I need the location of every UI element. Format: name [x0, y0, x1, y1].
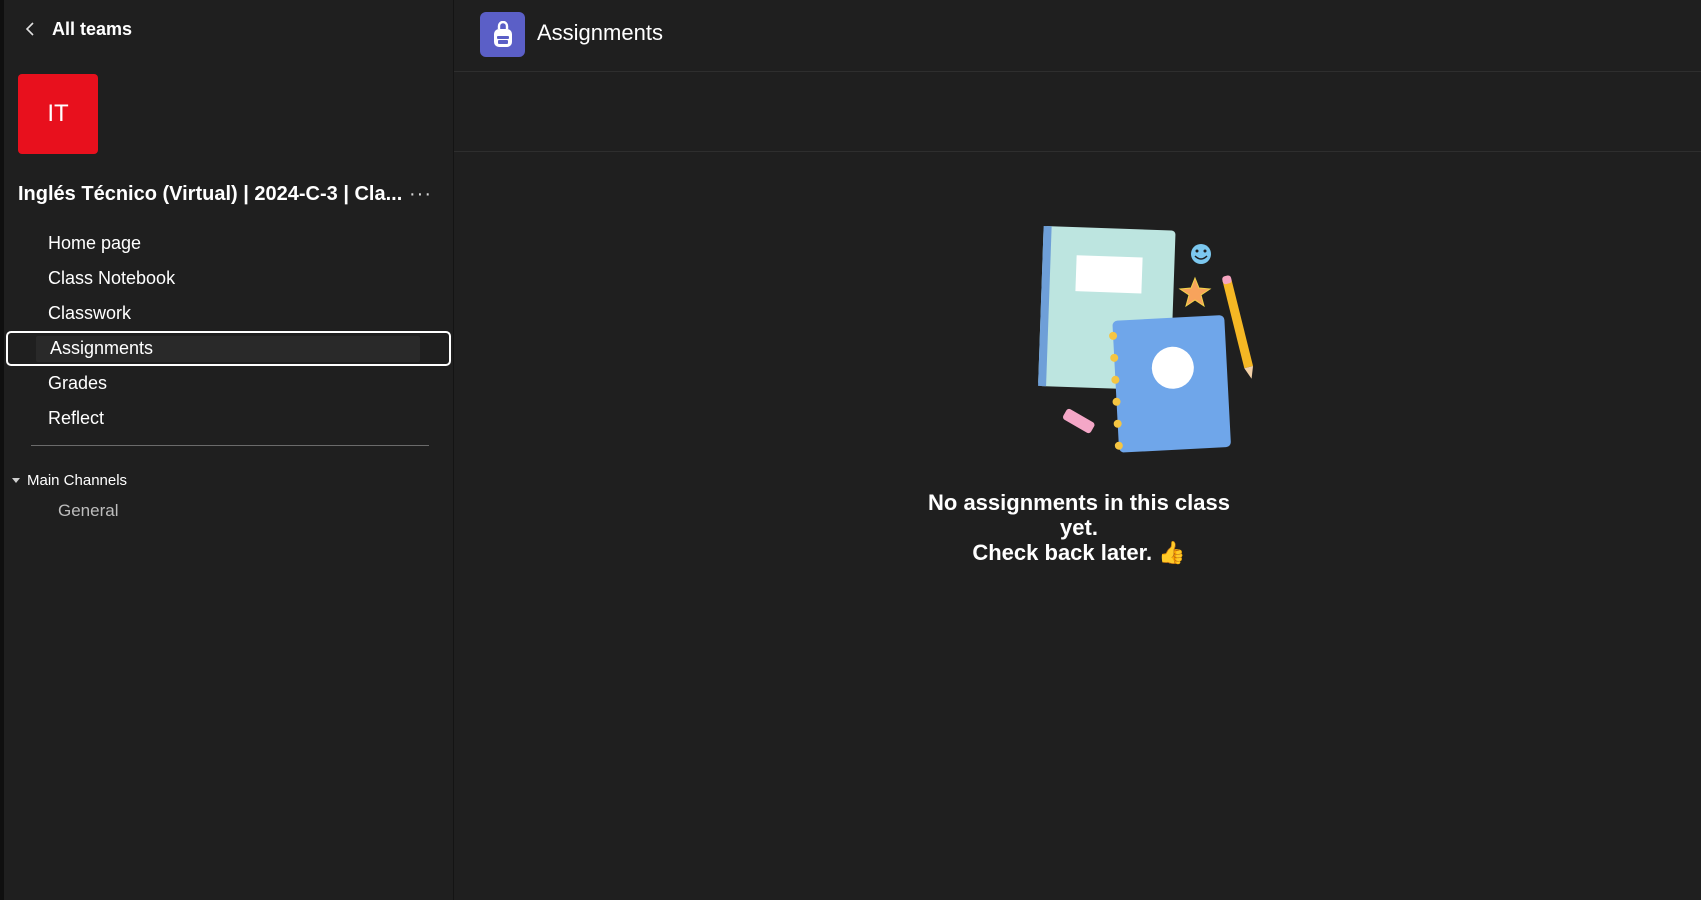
nav-item-grades[interactable]: Grades — [4, 366, 453, 401]
channel-general[interactable]: General — [58, 501, 118, 521]
main-content: Assignments No assignments in this class… — [454, 0, 1701, 900]
team-avatar[interactable]: IT — [18, 74, 98, 154]
main-channels-toggle[interactable]: Main Channels — [12, 472, 127, 489]
nav-item-assignments[interactable]: Assignments — [6, 331, 451, 366]
nav-item-reflect[interactable]: Reflect — [4, 401, 453, 436]
more-options-icon[interactable]: ··· — [409, 183, 438, 206]
nav-item-class-notebook[interactable]: Class Notebook — [4, 261, 453, 296]
chevron-left-icon — [25, 22, 34, 36]
backpack-icon — [480, 12, 525, 57]
nav-item-label: Grades — [48, 373, 108, 393]
nav-item-home-page[interactable]: Home page — [4, 226, 453, 261]
empty-state-line-2: Check back later. 👍 — [972, 540, 1186, 565]
empty-state-message: No assignments in this class yet. Check … — [914, 490, 1244, 565]
all-teams-back-link[interactable]: All teams — [24, 14, 132, 44]
caret-down-icon — [12, 478, 20, 483]
channels-header-label: Main Channels — [27, 472, 128, 489]
team-name[interactable]: Inglés Técnico (Virtual) | 2024-C-3 | Cl… — [18, 183, 402, 206]
sidebar-divider — [31, 445, 429, 446]
nav-item-label: Reflect — [48, 408, 105, 428]
page-title: Assignments — [537, 20, 663, 45]
app-header: Assignments — [454, 0, 1701, 72]
nav-item-classwork[interactable]: Classwork — [4, 296, 453, 331]
team-header: Inglés Técnico (Virtual) | 2024-C-3 | Cl… — [18, 180, 438, 208]
nav-item-label: Assignments — [50, 338, 154, 358]
nav-item-label: Home page — [48, 233, 142, 253]
empty-state-line-1: No assignments in this class yet. — [928, 490, 1230, 540]
team-sidebar: All teams IT Inglés Técnico (Virtual) | … — [4, 0, 454, 900]
nav-item-label: Classwork — [48, 303, 132, 323]
team-nav: Home page Class Notebook Classwork Assig… — [4, 226, 453, 436]
empty-state-illustration — [1038, 226, 1254, 453]
toolbar-area — [454, 72, 1701, 152]
nav-item-label: Class Notebook — [48, 268, 176, 288]
back-label: All teams — [52, 18, 133, 39]
